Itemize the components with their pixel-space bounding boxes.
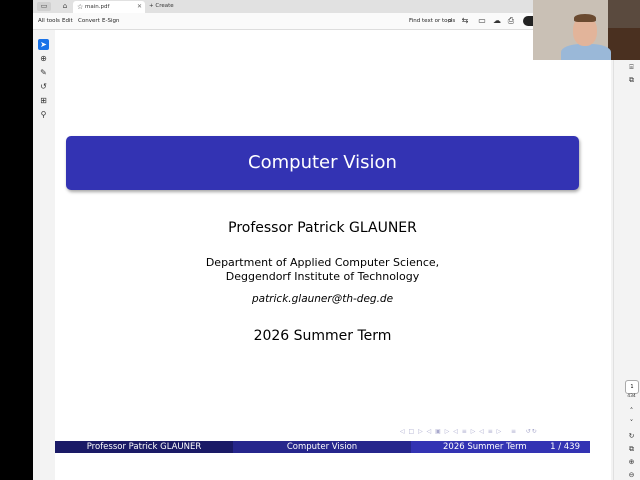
beamer-navigation-icons[interactable]: ◁ □ ▷ ◁ ▣ ▷ ◁ ≡ ▷ ◁ ≡ ▷ ≡ ↺↻ xyxy=(400,428,538,435)
search-icon[interactable]: ⌕ xyxy=(445,16,455,26)
zoom-tool-icon[interactable]: ⊕ xyxy=(38,53,49,64)
vertical-scrollbar[interactable] xyxy=(613,30,623,480)
author-name: Professor Patrick GLAUNER xyxy=(228,220,417,236)
cloud-upload-icon[interactable]: ☁ xyxy=(492,16,502,26)
thumbnails-icon[interactable]: ⧉ xyxy=(626,75,637,86)
refresh-icon[interactable]: ↻ xyxy=(626,431,637,442)
slide-title-box: Computer Vision xyxy=(66,136,579,190)
presenter-shirt xyxy=(561,44,611,60)
current-page-indicator[interactable]: 1 xyxy=(625,380,639,394)
menu-esign[interactable]: E-Sign xyxy=(102,13,119,29)
create-tab-button[interactable]: + Create xyxy=(149,0,174,12)
footer-term: 2026 Summer Term xyxy=(443,442,527,452)
sidebar-toggle-icon[interactable]: ▭ xyxy=(37,2,51,11)
menu-edit[interactable]: Edit xyxy=(62,13,73,29)
footer-title: Computer Vision xyxy=(233,441,411,453)
compare-icon[interactable]: ⇆ xyxy=(460,16,470,26)
tab-main-pdf[interactable]: ☆ main.pdf ✕ xyxy=(73,1,145,13)
slide-footer: Professor Patrick GLAUNER Computer Visio… xyxy=(55,441,590,453)
zoom-in-icon[interactable]: ⊕ xyxy=(626,457,637,468)
home-icon[interactable]: ⌂ xyxy=(60,2,70,11)
presenter-hair xyxy=(574,14,596,22)
institute-line-2: Deggendorf Institute of Technology xyxy=(225,270,420,283)
comment-icon[interactable]: ⌸ xyxy=(626,62,637,73)
stamp-icon[interactable]: ⚲ xyxy=(38,109,49,120)
total-pages: 434 xyxy=(627,394,636,399)
text-box-icon[interactable]: ⊞ xyxy=(38,95,49,106)
slide-title: Computer Vision xyxy=(248,152,397,173)
select-cursor-icon[interactable]: ➤ xyxy=(38,39,49,50)
bookshelf xyxy=(608,28,640,60)
left-tool-rail: ➤ ⊕ ✎ ↺ ⊞ ⚲ xyxy=(33,30,53,480)
footer-author: Professor Patrick GLAUNER xyxy=(55,441,233,453)
star-icon[interactable]: ☆ xyxy=(77,1,83,13)
chevron-down-icon[interactable]: ˅ xyxy=(626,418,637,429)
pen-icon[interactable]: ✎ xyxy=(38,67,49,78)
institute-line-1: Department of Applied Computer Science, xyxy=(205,256,440,269)
zoom-out-icon[interactable]: ⊖ xyxy=(626,470,637,480)
term-date: 2026 Summer Term xyxy=(253,328,392,344)
chat-icon[interactable]: ▭ xyxy=(477,16,487,26)
page-fit-icon[interactable]: ⧉ xyxy=(626,444,637,455)
create-label: Create xyxy=(155,3,174,9)
webcam-overlay xyxy=(533,0,640,60)
chevron-up-icon[interactable]: ˄ xyxy=(626,406,637,417)
right-tool-rail: ⌸ ⧉ 1 434 ˄ ˅ ↻ ⧉ ⊕ ⊖ xyxy=(623,30,640,480)
pdf-viewer-window: ▭ ⌂ ☆ main.pdf ✕ + Create All tools Edit… xyxy=(33,0,640,480)
tab-title: main.pdf xyxy=(85,4,110,10)
author-email: patrick.glauner@th-deg.de xyxy=(251,293,394,305)
pdf-page: Computer Vision Professor Patrick GLAUNE… xyxy=(55,30,611,480)
menu-convert[interactable]: Convert xyxy=(78,13,100,29)
footer-term-section: 2026 Summer Term 1 / 439 xyxy=(411,441,590,453)
footer-page-number: 1 / 439 xyxy=(550,442,580,452)
menu-all-tools[interactable]: All tools xyxy=(38,13,60,29)
lasso-icon[interactable]: ↺ xyxy=(38,81,49,92)
close-icon[interactable]: ✕ xyxy=(137,1,142,13)
print-icon[interactable]: ⎙ xyxy=(506,16,516,26)
